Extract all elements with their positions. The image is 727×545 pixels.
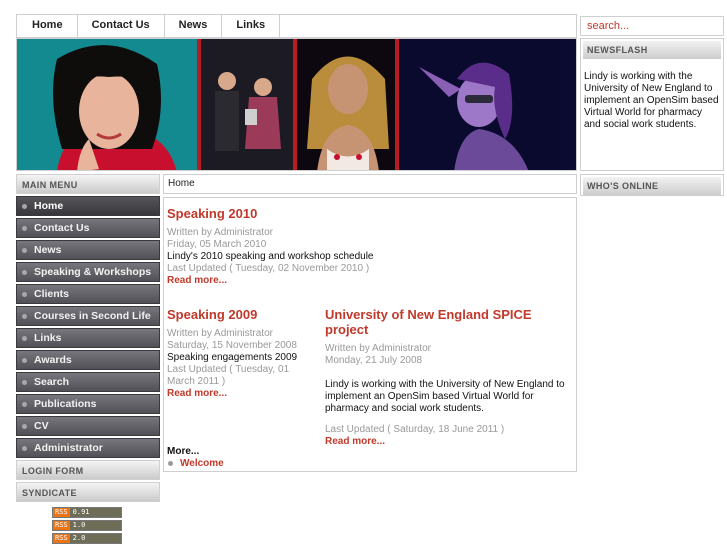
article-date: Saturday, 15 November 2008	[167, 340, 297, 351]
article-speaking-2009: Speaking 2009 Written by Administrator S…	[167, 307, 319, 399]
rss-tag: RSS	[53, 534, 70, 543]
article-last-updated: Last Updated ( Saturday, 18 June 2011 )	[325, 424, 505, 435]
bullet-icon	[22, 203, 27, 209]
rss-feed-list: RSS 0.91 RSS 1.0 RSS 2.0	[16, 504, 160, 544]
article-date: Monday, 21 July 2008	[325, 355, 423, 366]
bullet-icon	[22, 225, 27, 231]
whos-online-panel: WHO'S ONLINE	[580, 174, 724, 196]
menu-item-label: Courses in Second Life	[34, 310, 151, 322]
read-more-link[interactable]: Read more...	[167, 275, 567, 286]
newsflash-text: Lindy is working with the University of …	[584, 71, 719, 130]
nav-tab-links[interactable]: Links	[222, 15, 281, 37]
left-sidebar: MAIN MENU Home Contact Us News Speaking …	[16, 174, 160, 545]
banner-elf-character-photo	[399, 39, 576, 170]
article-body: Speaking engagements 2009	[167, 352, 298, 363]
top-navigation: Home Contact Us News Links	[16, 14, 577, 38]
menu-item-awards[interactable]: Awards	[16, 350, 160, 370]
rss-version: 1.0	[69, 521, 121, 530]
rss-tag: RSS	[53, 521, 70, 530]
menu-item-links[interactable]: Links	[16, 328, 160, 348]
more-item-label[interactable]: Welcome	[180, 458, 224, 469]
nav-tab-home[interactable]: Home	[17, 15, 78, 37]
bullet-icon	[22, 335, 27, 341]
article-speaking-2010: Speaking 2010 Written by Administrator F…	[167, 206, 567, 286]
main-menu-title: MAIN MENU	[16, 174, 160, 194]
header-banner	[16, 38, 577, 171]
breadcrumb: Home	[163, 174, 577, 194]
search-input[interactable]	[580, 16, 724, 36]
menu-item-search[interactable]: Search	[16, 372, 160, 392]
more-heading: More...	[167, 446, 200, 457]
bullet-icon	[22, 269, 27, 275]
rss-version: 0.91	[69, 508, 121, 517]
menu-item-cv[interactable]: CV	[16, 416, 160, 436]
article-author: Written by Administrator	[325, 343, 431, 354]
newsflash-title: NEWSFLASH	[583, 41, 721, 59]
article-spice-project: University of New England SPICE project …	[325, 307, 573, 447]
read-more-link[interactable]: Read more...	[325, 436, 573, 447]
menu-item-label: Links	[34, 332, 62, 344]
bullet-icon	[22, 291, 27, 297]
bullet-icon	[22, 423, 27, 429]
newsflash-panel: NEWSFLASH Lindy is working with the Univ…	[580, 38, 724, 171]
menu-item-label: News	[34, 244, 62, 256]
bullet-icon	[22, 379, 27, 385]
menu-item-label: Clients	[34, 288, 70, 300]
rss-version: 2.0	[69, 534, 121, 543]
menu-item-label: CV	[34, 420, 49, 432]
read-more-link[interactable]: Read more...	[167, 388, 319, 399]
more-item-welcome[interactable]: Welcome	[167, 458, 224, 469]
whos-online-title: WHO'S ONLINE	[583, 177, 721, 195]
article-title[interactable]: University of New England SPICE project	[325, 307, 573, 337]
article-author: Written by Administrator	[167, 227, 273, 238]
bullet-icon	[22, 401, 27, 407]
rss-10-button[interactable]: RSS 1.0	[52, 520, 122, 531]
menu-item-home[interactable]: Home	[16, 196, 160, 216]
menu-item-news[interactable]: News	[16, 240, 160, 260]
syndicate-title: SYNDICATE	[16, 482, 160, 502]
nav-tab-contact-us[interactable]: Contact Us	[78, 15, 165, 37]
rss-091-button[interactable]: RSS 0.91	[52, 507, 122, 518]
login-form-title[interactable]: LOGIN FORM	[16, 460, 160, 480]
nav-tab-news[interactable]: News	[165, 15, 223, 37]
menu-item-administrator[interactable]: Administrator	[16, 438, 160, 458]
bullet-icon	[22, 357, 27, 363]
menu-item-courses-second-life[interactable]: Courses in Second Life	[16, 306, 160, 326]
article-title[interactable]: Speaking 2009	[167, 307, 319, 322]
menu-item-label: Administrator	[34, 442, 103, 454]
menu-item-label: Search	[34, 376, 70, 388]
article-last-updated: Last Updated ( Tuesday, 02 November 2010…	[167, 263, 370, 274]
menu-item-contact-us[interactable]: Contact Us	[16, 218, 160, 238]
bullet-icon	[22, 313, 27, 319]
banner-avatar-photo	[297, 39, 399, 170]
article-date: Friday, 05 March 2010	[167, 239, 267, 250]
menu-item-label: Home	[34, 200, 64, 212]
article-last-updated: Last Updated ( Tuesday, 01 March 2011 )	[167, 364, 290, 387]
menu-item-label: Publications	[34, 398, 97, 410]
article-body: Lindy's 2010 speaking and workshop sched…	[167, 251, 374, 262]
bullet-icon	[22, 247, 27, 253]
menu-item-publications[interactable]: Publications	[16, 394, 160, 414]
rss-tag: RSS	[53, 508, 70, 517]
more-articles: More... Welcome	[167, 446, 224, 469]
article-title[interactable]: Speaking 2010	[167, 206, 567, 221]
menu-item-clients[interactable]: Clients	[16, 284, 160, 304]
menu-item-label: Speaking & Workshops	[34, 266, 152, 278]
rss-20-button[interactable]: RSS 2.0	[52, 533, 122, 544]
bullet-icon	[22, 445, 27, 451]
main-content: Speaking 2010 Written by Administrator F…	[163, 197, 577, 472]
banner-portrait-photo	[17, 39, 201, 170]
banner-award-photo	[201, 39, 297, 170]
menu-item-label: Awards	[34, 354, 72, 366]
article-body: Lindy is working with the University of …	[325, 379, 565, 414]
bullet-icon	[168, 461, 173, 466]
menu-item-label: Contact Us	[34, 222, 90, 234]
article-author: Written by Administrator	[167, 328, 273, 339]
menu-item-speaking-workshops[interactable]: Speaking & Workshops	[16, 262, 160, 282]
